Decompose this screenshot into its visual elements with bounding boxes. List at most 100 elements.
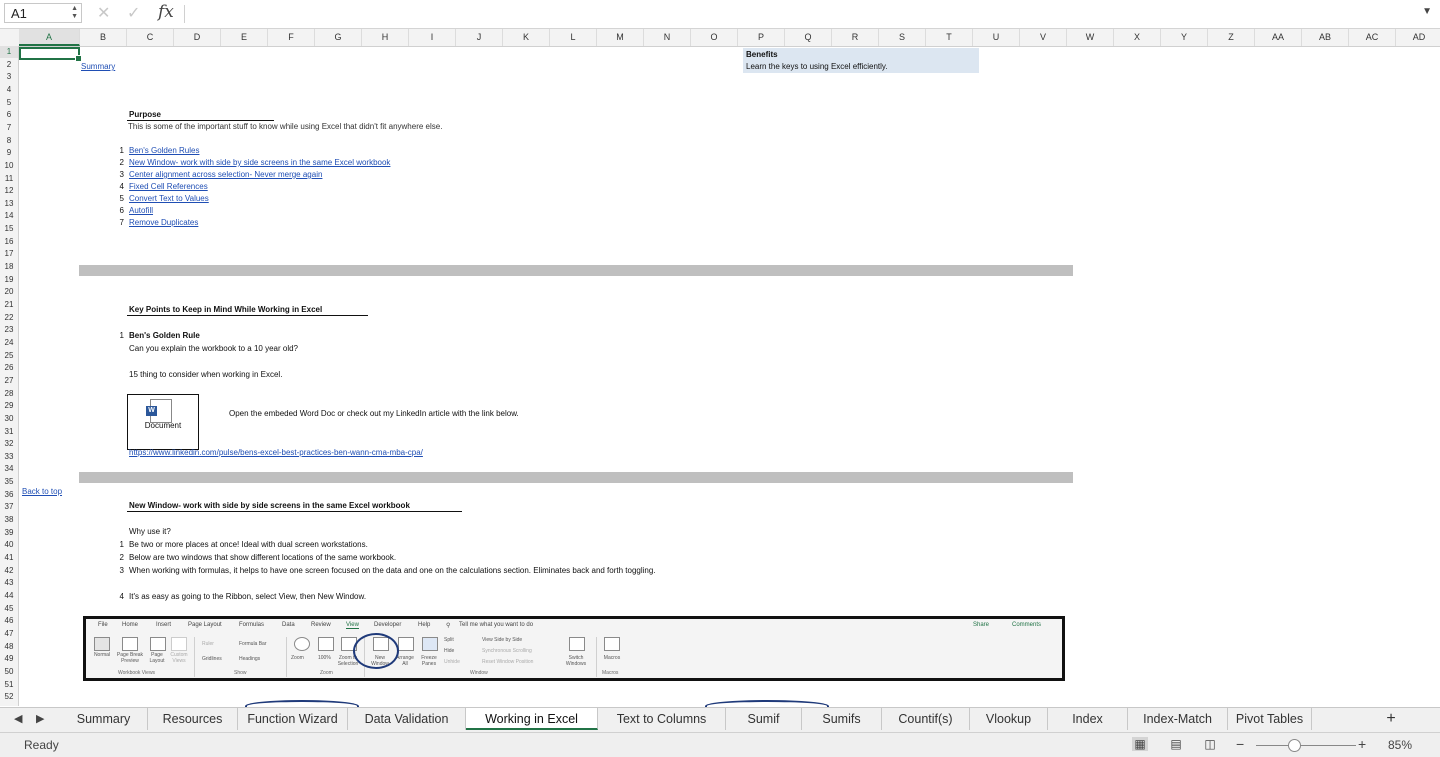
sheet-tab[interactable]: Working in Excel [466, 708, 598, 730]
row-header[interactable]: 23 [0, 324, 18, 336]
row-header[interactable]: 41 [0, 552, 18, 564]
zoom-slider[interactable] [1256, 745, 1356, 746]
name-box[interactable]: A1 ▲ ▼ [4, 3, 82, 23]
row-header[interactable]: 1 [0, 46, 18, 58]
summary-link[interactable]: Summary [81, 61, 115, 73]
row-header[interactable]: 7 [0, 122, 18, 134]
column-header[interactable]: R [832, 29, 879, 46]
toc-link[interactable]: Autofill [129, 205, 153, 217]
row-header[interactable]: 19 [0, 274, 18, 286]
row-header[interactable]: 30 [0, 413, 18, 425]
row-header[interactable]: 38 [0, 514, 18, 526]
row-header[interactable]: 45 [0, 603, 18, 615]
column-header[interactable]: W [1067, 29, 1114, 46]
column-header[interactable]: N [644, 29, 691, 46]
column-header[interactable]: S [879, 29, 926, 46]
add-sheet-button[interactable]: + [1380, 708, 1402, 730]
row-header[interactable]: 28 [0, 388, 18, 400]
column-header[interactable]: V [1020, 29, 1067, 46]
row-header[interactable]: 39 [0, 527, 18, 539]
row-header[interactable]: 47 [0, 628, 18, 640]
row-header[interactable]: 37 [0, 501, 18, 513]
row-header[interactable]: 14 [0, 210, 18, 222]
row-header[interactable]: 35 [0, 476, 18, 488]
row-header[interactable]: 46 [0, 615, 18, 627]
column-header[interactable]: AC [1349, 29, 1396, 46]
row-header[interactable]: 8 [0, 135, 18, 147]
column-header[interactable]: G [315, 29, 362, 46]
sheet-tab[interactable]: Data Validation [348, 708, 466, 730]
sheet-tab[interactable]: Sumif [726, 708, 802, 730]
row-header[interactable]: 43 [0, 577, 18, 589]
prev-sheet-icon[interactable]: ◀ [14, 712, 22, 725]
row-header[interactable]: 16 [0, 236, 18, 248]
row-header[interactable]: 49 [0, 653, 18, 665]
row-header[interactable]: 24 [0, 337, 18, 349]
column-header[interactable]: T [926, 29, 973, 46]
column-header[interactable]: M [597, 29, 644, 46]
row-header[interactable]: 34 [0, 463, 18, 475]
back-to-top-link[interactable]: Back to top [22, 486, 62, 498]
toc-link[interactable]: Fixed Cell References [129, 181, 208, 193]
name-box-dropdown-icon[interactable]: ▲ ▼ [71, 5, 78, 21]
sheet-tab[interactable]: Resources [148, 708, 238, 730]
row-header[interactable]: 42 [0, 565, 18, 577]
row-header[interactable]: 5 [0, 97, 18, 109]
linkedin-link[interactable]: https://www.linkedin.com/pulse/bens-exce… [129, 447, 423, 459]
row-header[interactable]: 44 [0, 590, 18, 602]
zoom-out-button[interactable]: − [1236, 736, 1244, 752]
row-header[interactable]: 31 [0, 426, 18, 438]
sheet-tab[interactable]: Function Wizard [238, 708, 348, 730]
page-break-view-button[interactable]: ◫ [1202, 737, 1218, 751]
row-header[interactable]: 20 [0, 286, 18, 298]
row-header[interactable]: 2 [0, 59, 18, 71]
toc-link[interactable]: New Window- work with side by side scree… [129, 157, 390, 169]
zoom-in-button[interactable]: + [1358, 736, 1366, 752]
toc-link[interactable]: Convert Text to Values [129, 193, 209, 205]
row-header[interactable]: 33 [0, 451, 18, 463]
column-header[interactable]: AD [1396, 29, 1440, 46]
row-header[interactable]: 18 [0, 261, 18, 273]
column-header[interactable]: Y [1161, 29, 1208, 46]
row-header[interactable]: 52 [0, 691, 18, 703]
column-header[interactable]: I [409, 29, 456, 46]
row-header[interactable]: 26 [0, 362, 18, 374]
row-header[interactable]: 10 [0, 160, 18, 172]
column-header[interactable]: Z [1208, 29, 1255, 46]
column-header[interactable]: AB [1302, 29, 1349, 46]
zoom-slider-knob[interactable] [1288, 739, 1301, 752]
insert-function-icon[interactable]: fx [158, 2, 174, 22]
cancel-icon[interactable]: ✕ [97, 3, 110, 23]
column-header[interactable]: X [1114, 29, 1161, 46]
column-header[interactable]: D [174, 29, 221, 46]
column-header[interactable]: J [456, 29, 503, 46]
enter-icon[interactable]: ✓ [127, 3, 140, 23]
expand-formula-icon[interactable]: ▼ [1422, 6, 1432, 17]
sheet-tab[interactable]: Pivot Tables [1228, 708, 1312, 730]
column-header[interactable]: B [80, 29, 127, 46]
column-header[interactable]: E [221, 29, 268, 46]
row-header[interactable]: 48 [0, 641, 18, 653]
row-header[interactable]: 40 [0, 539, 18, 551]
column-header[interactable]: U [973, 29, 1020, 46]
next-sheet-icon[interactable]: ▶ [36, 712, 44, 725]
page-layout-view-button[interactable]: ▤ [1168, 737, 1184, 751]
column-header[interactable]: A [19, 29, 80, 46]
column-header[interactable]: AA [1255, 29, 1302, 46]
row-header[interactable]: 13 [0, 198, 18, 210]
embedded-document[interactable]: W Document [127, 394, 199, 450]
row-header[interactable]: 36 [0, 489, 18, 501]
column-header[interactable]: K [503, 29, 550, 46]
column-header[interactable]: H [362, 29, 409, 46]
row-header[interactable]: 50 [0, 666, 18, 678]
normal-view-button[interactable]: ▦ [1132, 737, 1148, 751]
column-header[interactable]: P [738, 29, 785, 46]
row-header[interactable]: 15 [0, 223, 18, 235]
sheet-tab[interactable]: Text to Columns [598, 708, 726, 730]
row-header[interactable]: 22 [0, 312, 18, 324]
sheet-tab[interactable]: Index-Match [1128, 708, 1228, 730]
selected-cell[interactable] [19, 47, 82, 62]
row-header[interactable]: 21 [0, 299, 18, 311]
row-header[interactable]: 12 [0, 185, 18, 197]
toc-link[interactable]: Remove Duplicates [129, 217, 198, 229]
